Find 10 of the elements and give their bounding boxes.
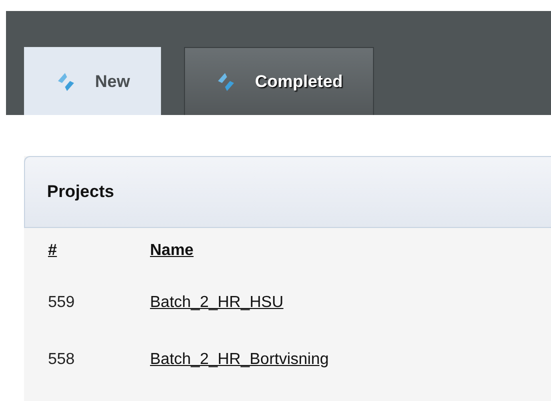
project-link[interactable]: Batch_2_HR_HSU (150, 294, 284, 312)
panel-title: Projects (47, 182, 114, 202)
column-header[interactable]: Name (150, 242, 194, 260)
project-number: 558 (48, 350, 76, 368)
project-link[interactable]: Batch_2_HR_Bortvisning (150, 350, 329, 368)
project-number: 559 (48, 294, 76, 312)
tab[interactable]: Completed (184, 47, 374, 115)
arrows-icon (55, 70, 77, 92)
tab[interactable]: New (24, 47, 161, 115)
column-header[interactable]: # (48, 242, 57, 260)
